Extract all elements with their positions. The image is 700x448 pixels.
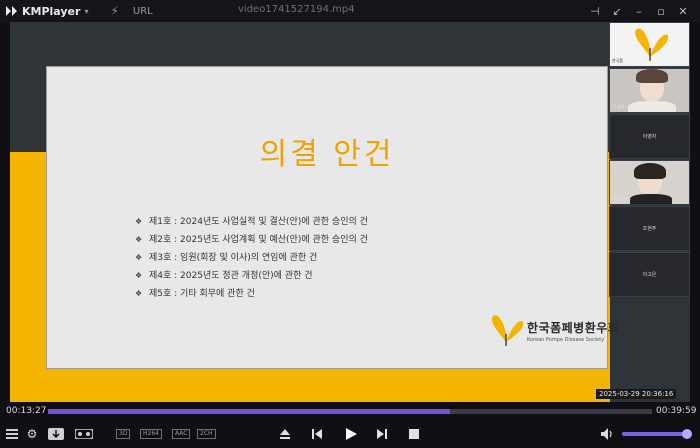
stop-icon[interactable] <box>405 425 423 443</box>
recording-timestamp: 2025-03-29 20:36:16 <box>596 389 677 399</box>
participant-name: 이영자 <box>642 134 657 140</box>
agenda-item: ❖ 제1호 : 2024년도 사업실적 및 결산(안)에 관한 승인의 건 <box>135 217 368 227</box>
lightning-icon[interactable]: ⚡ <box>110 4 118 18</box>
vr-glasses-icon[interactable] <box>74 426 94 442</box>
participant-tile[interactable]: 한국폼 <box>609 22 690 67</box>
participant-tile[interactable]: 0] 정자 <box>609 68 690 113</box>
participant-name: 한국폼 <box>612 58 624 63</box>
gear-icon[interactable]: ⚙ <box>24 426 40 442</box>
organization-logo: 한국폼페병환우회 Korean Pompe Disease Society <box>487 312 637 352</box>
seek-bar[interactable] <box>48 409 652 414</box>
window-controls: ⊣ ↙ – ▫ ✕ <box>584 0 694 22</box>
elapsed-time: 00:13:27 <box>6 406 47 416</box>
kmplayer-logo-icon <box>6 6 17 16</box>
menu-icon[interactable] <box>4 426 20 442</box>
slide-title: 의결 안건 <box>259 137 395 172</box>
maximize-icon[interactable]: ▫ <box>650 0 672 22</box>
volume-knob[interactable] <box>682 429 693 439</box>
agenda-item: ❖ 제5호 : 기타 회무에 관한 건 <box>135 289 255 299</box>
volume-icon[interactable] <box>600 426 616 442</box>
participant-name: 조현주 <box>642 226 657 232</box>
total-time: 00:39:59 <box>656 406 697 416</box>
minimize-icon[interactable]: – <box>628 0 650 22</box>
minimize-to-corner-icon[interactable]: ↙ <box>606 0 628 22</box>
participant-tile[interactable]: 이영자 <box>609 114 690 159</box>
chevron-down-icon: ▾ <box>84 6 89 16</box>
pin-icon[interactable]: ⊣ <box>584 0 606 22</box>
format-badge-video-codec: H264 <box>140 429 162 439</box>
organization-name: 한국폼페병환우회 <box>527 321 620 335</box>
app-menu-button[interactable]: KMPlayer ▾ <box>6 0 88 22</box>
participant-tile[interactable]: 조현주 <box>609 206 690 251</box>
seek-bar-row: 00:13:27 00:39:59 <box>0 402 700 420</box>
download-icon[interactable] <box>46 426 66 442</box>
format-badge-channels: 2CH <box>197 429 216 439</box>
seek-progress <box>48 409 450 414</box>
organization-english-name: Korean Pompe Disease Society <box>527 337 605 343</box>
previous-icon[interactable] <box>308 425 326 443</box>
butterfly-logo-icon <box>491 315 524 346</box>
format-badge-audio-codec: AAC <box>172 429 191 439</box>
participant-name: 0] 정자 <box>612 104 625 109</box>
close-icon[interactable]: ✕ <box>672 0 694 22</box>
volume-level <box>622 432 688 436</box>
url-button[interactable]: URL <box>133 6 153 17</box>
participant-tile[interactable]: 이고은 <box>609 252 690 297</box>
eject-icon[interactable] <box>276 425 294 443</box>
agenda-item: ❖ 제2호 : 2025년도 사업계획 및 예산(안)에 관한 승인의 건 <box>135 235 368 245</box>
window-title: video1741527194.mp4 <box>238 4 355 15</box>
agenda-item: ❖ 제3호 : 임원(회장 및 이사)의 연임에 관한 건 <box>135 253 318 263</box>
agenda-list: ❖ 제1호 : 2024년도 사업실적 및 결산(안)에 관한 승인의 건 ❖ 제2… <box>135 213 368 303</box>
agenda-item: ❖ 제4호 : 2025년도 정관 개정(안)에 관한 건 <box>135 271 313 281</box>
video-frame[interactable]: 의결 안건 ❖ 제1호 : 2024년도 사업실적 및 결산(안)에 관한 승인의… <box>10 22 690 402</box>
participant-name: 조관민 한... <box>612 196 632 201</box>
volume-slider[interactable] <box>622 429 693 439</box>
participant-tile[interactable]: 조관민 한... <box>609 160 690 205</box>
control-bar: ⚙ 3D H264 AAC 2CH <box>0 420 700 448</box>
participant-panel: 한국폼 0] 정자 이영자 조관민 한... 조현주 이고은 <box>609 22 690 297</box>
format-badge-3d[interactable]: 3D <box>116 429 131 439</box>
presentation-slide: 의결 안건 ❖ 제1호 : 2024년도 사업실적 및 결산(안)에 관한 승인의… <box>46 66 619 369</box>
title-bar: KMPlayer ▾ ⚡ URL video1741527194.mp4 ⊣ ↙… <box>0 0 700 22</box>
next-icon[interactable] <box>373 425 391 443</box>
play-icon[interactable] <box>341 424 361 444</box>
butterfly-logo-icon <box>635 28 669 61</box>
app-name: KMPlayer <box>22 4 81 18</box>
participant-name: 이고은 <box>642 272 657 278</box>
